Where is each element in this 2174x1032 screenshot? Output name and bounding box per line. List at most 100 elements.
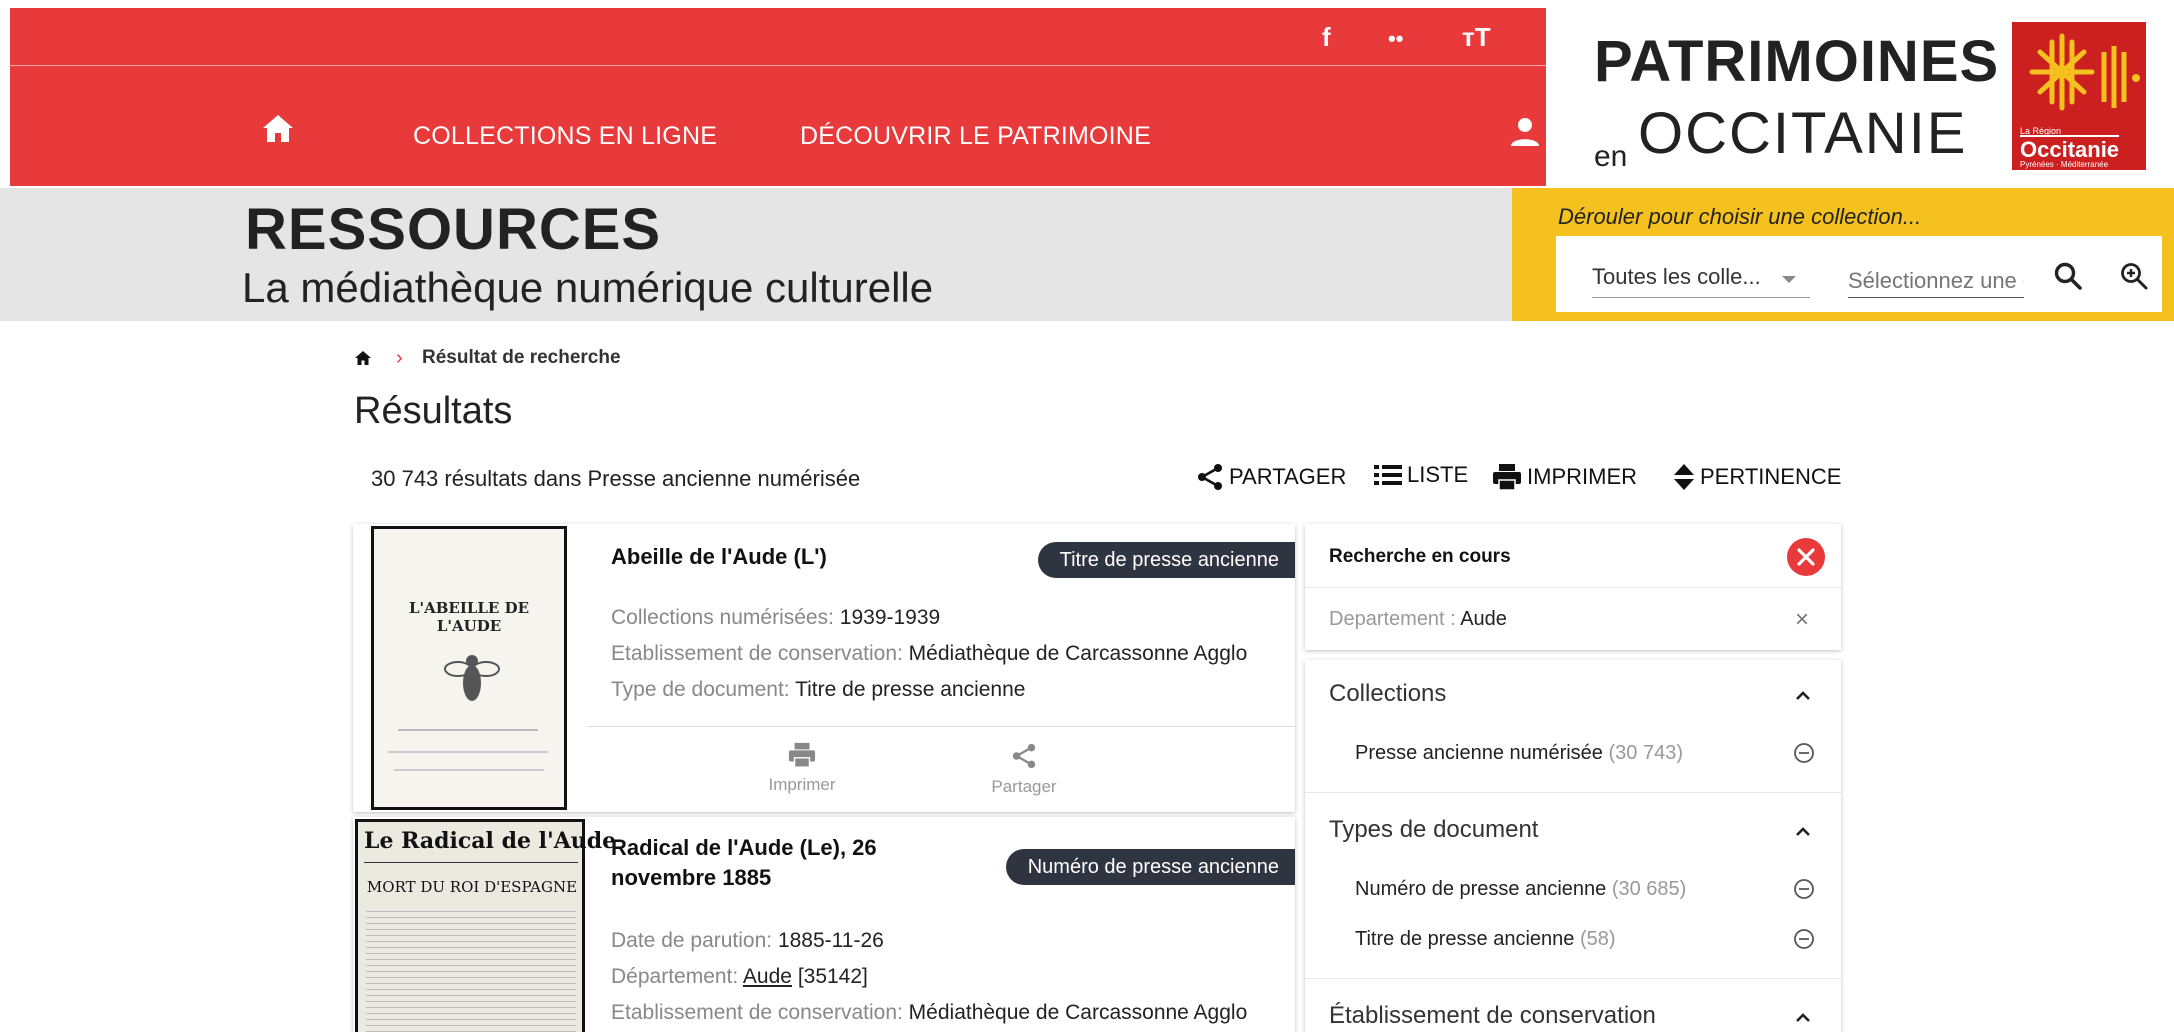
search-hint: Dérouler pour choisir une collection... — [1558, 204, 1922, 229]
card-print-label: Imprimer — [768, 775, 836, 794]
facet-heading-types-document[interactable]: Types de document — [1329, 816, 1538, 844]
region-sub: Pyrénées · Méditerranée — [2020, 160, 2109, 169]
zoom-in-search-icon[interactable] — [2118, 260, 2150, 292]
top-header: f •• тT COLLECTIONS EN LIGNE DÉCOUVRIR L… — [10, 8, 1546, 186]
remove-filter-icon[interactable]: × — [1795, 606, 1809, 634]
result-title[interactable]: Abeille de l'Aude (L') — [611, 542, 827, 572]
meta-collections: Collections numérisées: 1939-1939 — [611, 600, 940, 636]
thumb-title: Le Radical de l'Aude — [364, 828, 617, 854]
meta-label: Etablissement de conservation: — [611, 1001, 903, 1024]
banner-subtitle: La médiathèque numérique culturelle — [242, 264, 934, 311]
facet-item[interactable]: Numéro de presse ancienne (30 685) — [1355, 878, 1686, 901]
meta-departement: Département: Aude [35142] — [611, 959, 868, 995]
divider — [1305, 978, 1841, 979]
result-title[interactable]: Radical de l'Aude (Le), 26 novembre 1885 — [611, 833, 877, 893]
chevron-up-icon[interactable] — [1793, 824, 1813, 838]
meta-value: 1885-11-26 — [777, 929, 884, 952]
region-name: Occitanie — [2020, 135, 2120, 162]
facet-item-label: Numéro de presse ancienne — [1355, 878, 1607, 900]
page-title: Résultats — [354, 390, 513, 432]
result-thumbnail[interactable]: Le Radical de l'Aude MORT DU ROI D'ESPAG… — [353, 817, 617, 1032]
meta-etablissement: Etablissement de conservation: Médiathèq… — [611, 995, 1247, 1031]
share-button[interactable]: PARTAGER — [1195, 462, 1346, 492]
text-size-icon[interactable]: тT — [1462, 22, 1491, 53]
print-button[interactable]: IMPRIMER — [1491, 462, 1637, 492]
result-card: L'ABEILLE DE L'AUDE Abeille de l'Aude (L… — [353, 524, 1295, 812]
page: f •• тT COLLECTIONS EN LIGNE DÉCOUVRIR L… — [0, 0, 2174, 1032]
sort-label: PERTINENCE — [1700, 464, 1842, 489]
flickr-icon[interactable]: •• — [1388, 26, 1403, 52]
card-print-button[interactable]: Imprimer — [747, 741, 857, 795]
meta-label: Type de document: — [611, 678, 790, 701]
facet-heading-collections[interactable]: Collections — [1329, 680, 1446, 708]
breadcrumb-current: Résultat de recherche — [422, 347, 621, 368]
collection-select[interactable]: Toutes les colle... — [1592, 264, 1810, 298]
departement-link[interactable]: Aude — [743, 965, 792, 988]
meta-date-parution: Date de parution: 1885-11-26 — [611, 923, 884, 959]
meta-type-document: Type de document: Titre de presse ancien… — [611, 672, 1025, 708]
thumb-text-columns — [366, 906, 576, 1032]
print-label: IMPRIMER — [1527, 464, 1637, 489]
clear-search-button[interactable] — [1787, 538, 1825, 576]
occitan-cross-icon — [2029, 33, 2140, 111]
divider — [1305, 587, 1841, 588]
breadcrumb-separator: › — [396, 347, 403, 369]
search-input[interactable] — [1848, 264, 2024, 298]
meta-value: Médiathèque de Carcassonne Agglo — [908, 1001, 1248, 1024]
facet-heading-etablissement[interactable]: Établissement de conservation — [1329, 1002, 1656, 1030]
chevron-up-icon[interactable] — [1793, 688, 1813, 702]
logo-en: en — [1594, 140, 1628, 173]
facet-item-label: Titre de presse ancienne — [1355, 928, 1575, 950]
card-share-button[interactable]: Partager — [969, 741, 1079, 797]
newspaper-cover-image: L'ABEILLE DE L'AUDE — [371, 526, 567, 810]
result-title-line: Radical de l'Aude (Le), 26 — [611, 835, 877, 860]
meta-value: 1939-1939 — [839, 606, 941, 629]
thumb-title: L'ABEILLE DE L'AUDE — [408, 599, 530, 635]
facets-panel: Collections Presse ancienne numérisée (3… — [1305, 660, 1841, 1032]
nav-decouvrir-patrimoine[interactable]: DÉCOUVRIR LE PATRIMOINE — [800, 122, 1151, 151]
facet-item-label: Presse ancienne numérisée — [1355, 742, 1603, 764]
active-filter: Departement : Aude — [1329, 608, 1507, 631]
list-icon — [1374, 465, 1402, 485]
meta-value: Médiathèque de Carcassonne Agglo — [908, 642, 1248, 665]
facebook-icon[interactable]: f — [1322, 22, 1331, 53]
home-icon[interactable] — [260, 111, 296, 147]
region-occitanie-logo[interactable]: La Région Occitanie Pyrénées · Méditerra… — [2012, 22, 2146, 170]
thumb-headline: MORT DU ROI D'ESPAGNE — [366, 878, 578, 896]
chevron-up-icon[interactable] — [1793, 1010, 1813, 1024]
sort-icon — [1674, 464, 1694, 490]
result-card: Le Radical de l'Aude MORT DU ROI D'ESPAG… — [353, 817, 1295, 1032]
logo-occitanie: OCCITANIE — [1638, 101, 1968, 166]
close-icon — [1797, 548, 1815, 566]
facet-item[interactable]: Titre de presse ancienne (58) — [1355, 928, 1616, 951]
search-icon[interactable] — [2052, 260, 2084, 292]
facet-item[interactable]: Presse ancienne numérisée (30 743) — [1355, 742, 1683, 765]
share-label: PARTAGER — [1229, 464, 1347, 489]
meta-label: Date de parution: — [611, 929, 773, 952]
filter-label: Departement : — [1329, 608, 1456, 630]
meta-label: Département: — [611, 965, 739, 988]
result-thumbnail[interactable]: L'ABEILLE DE L'AUDE — [353, 524, 587, 812]
breadcrumb-home-icon[interactable] — [354, 349, 372, 367]
logo-title: PATRIMOINES — [1594, 29, 2000, 94]
list-view-button[interactable]: LISTE — [1373, 462, 1468, 488]
remove-circle-icon[interactable] — [1793, 928, 1815, 950]
remove-circle-icon[interactable] — [1793, 878, 1815, 900]
header-divider — [10, 65, 1546, 66]
filter-value: Aude — [1460, 608, 1507, 630]
meta-value: [35142] — [797, 965, 868, 988]
card-share-label: Partager — [991, 777, 1057, 796]
result-title-line: novembre 1885 — [611, 865, 772, 890]
thumb-text-line — [394, 769, 544, 771]
facet-item-count: (58) — [1579, 928, 1616, 950]
user-icon[interactable] — [1508, 115, 1542, 149]
list-label: LISTE — [1407, 462, 1469, 487]
facet-item-count: (30 743) — [1608, 742, 1683, 764]
meta-label: Collections numérisées: — [611, 606, 834, 629]
sort-button[interactable]: PERTINENCE — [1672, 462, 1841, 492]
share-icon — [1012, 743, 1036, 769]
nav-collections-en-ligne[interactable]: COLLECTIONS EN LIGNE — [413, 122, 717, 151]
thumb-text-line — [388, 751, 548, 753]
remove-circle-icon[interactable] — [1793, 742, 1815, 764]
share-icon — [1198, 464, 1222, 490]
